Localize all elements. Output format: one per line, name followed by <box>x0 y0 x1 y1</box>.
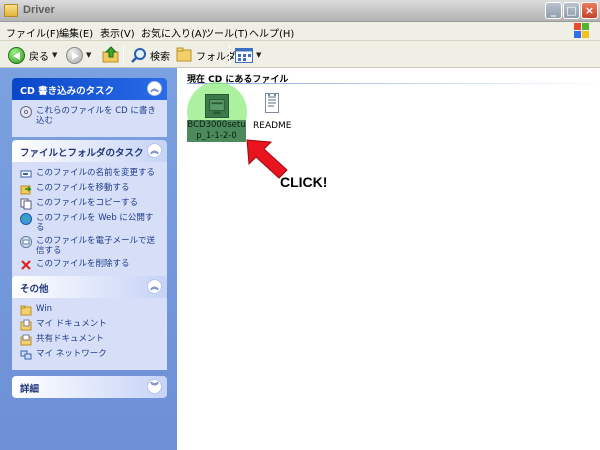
task-email[interactable]: このファイルを電子メールで送信する <box>20 236 161 256</box>
task-publish-web[interactable]: このファイルを Web に公開する <box>20 213 161 233</box>
windows-logo-icon <box>574 23 590 39</box>
task-move[interactable]: このファイルを移動する <box>20 183 161 195</box>
task-label: このファイルを Web に公開する <box>36 213 154 233</box>
search-button[interactable]: 検索 <box>130 46 170 64</box>
task-label: このファイルを電子メールで送信する <box>36 236 156 256</box>
file-tasks-header[interactable]: ファイルとフォルダのタスク ︽ <box>12 140 167 162</box>
details-header[interactable]: 詳細 ︾ <box>12 376 167 398</box>
place-my-network[interactable]: マイ ネットワーク <box>20 349 161 361</box>
section-divider <box>187 83 600 84</box>
place-label: Win <box>36 304 52 314</box>
toolbar: 戻る ▼ ▼ 検索 フォルダ ▼ <box>0 41 600 68</box>
chevron-up-icon[interactable]: ︽ <box>147 279 162 294</box>
menu-edit[interactable]: 編集(E) <box>59 25 93 40</box>
chevron-down-icon: ▼ <box>52 51 58 59</box>
back-button[interactable]: 戻る ▼ <box>8 46 57 64</box>
task-label: このファイルを削除する <box>36 259 130 269</box>
menu-tools[interactable]: ツール(T) <box>204 25 248 40</box>
maximize-button[interactable]: □ <box>563 2 580 19</box>
task-label: このファイルをコピーする <box>36 198 139 208</box>
file-tasks-panel: ファイルとフォルダのタスク ︽ このファイルの名前を変更する このファイルを移動… <box>12 140 167 280</box>
delete-icon <box>21 260 31 270</box>
forward-arrow-icon <box>66 46 83 64</box>
chevron-down-icon: ▼ <box>256 51 262 59</box>
details-title: 詳細 <box>20 384 40 395</box>
toolbar-separator <box>229 45 230 65</box>
views-icon <box>235 47 253 63</box>
chevron-up-icon[interactable]: ︽ <box>147 81 162 96</box>
my-documents-icon <box>20 319 32 331</box>
up-folder-button[interactable] <box>102 46 120 64</box>
back-arrow-icon <box>8 46 25 64</box>
views-button[interactable]: ▼ <box>235 46 261 64</box>
other-places-body: Win マイ ドキュメント 共有ドキュメント マイ ネットワーク <box>12 298 167 370</box>
place-label: マイ ドキュメント <box>36 319 107 329</box>
other-places-title: その他 <box>20 284 49 295</box>
task-pane: CD 書き込みのタスク ︽ これらのファイルを CD に書き込む ファイルとフォ… <box>0 68 177 450</box>
place-my-documents[interactable]: マイ ドキュメント <box>20 319 161 331</box>
cd-tasks-panel: CD 書き込みのタスク ︽ これらのファイルを CD に書き込む <box>12 78 167 137</box>
move-icon <box>20 185 32 195</box>
shared-documents-icon <box>20 334 32 346</box>
task-copy[interactable]: このファイルをコピーする <box>20 198 161 210</box>
rename-icon <box>20 170 32 178</box>
toolbar-separator <box>123 45 124 65</box>
window-title: Driver <box>23 4 55 16</box>
chevron-down-icon: ▼ <box>86 51 92 59</box>
folders-label: フォルダ <box>196 51 236 63</box>
close-button[interactable]: × <box>581 2 598 19</box>
task-write-to-cd[interactable]: これらのファイルを CD に書き込む <box>20 106 161 126</box>
folder-icon <box>4 4 18 17</box>
title-bar: Driver _ □ × <box>0 0 600 22</box>
menu-view[interactable]: 表示(V) <box>100 25 135 40</box>
task-label: このファイルを移動する <box>36 183 130 193</box>
place-label: 共有ドキュメント <box>36 334 105 344</box>
cd-tasks-title: CD 書き込みのタスク <box>20 86 115 97</box>
email-icon <box>20 236 32 248</box>
other-places-panel: その他 ︽ Win マイ ドキュメント 共有ドキュメント マイ ネットワーク <box>12 276 167 370</box>
web-publish-icon <box>20 213 32 225</box>
up-folder-icon <box>102 46 119 63</box>
copy-icon <box>20 198 32 210</box>
cd-write-icon <box>20 106 32 118</box>
task-delete[interactable]: このファイルを削除する <box>20 259 161 271</box>
details-panel: 詳細 ︾ <box>12 376 167 398</box>
cd-tasks-body: これらのファイルを CD に書き込む <box>12 100 167 137</box>
task-label: これらのファイルを CD に書き込む <box>36 106 156 126</box>
place-label: マイ ネットワーク <box>36 349 107 359</box>
place-win[interactable]: Win <box>20 304 161 316</box>
menu-file[interactable]: ファイル(F) <box>6 25 60 40</box>
folders-icon <box>176 47 192 62</box>
folder-icon <box>20 305 32 316</box>
chevron-up-icon[interactable]: ︽ <box>147 143 162 158</box>
folders-button[interactable]: フォルダ <box>176 46 236 64</box>
menu-help[interactable]: ヘルプ(H) <box>249 25 294 40</box>
task-rename[interactable]: このファイルの名前を変更する <box>20 168 161 180</box>
forward-button[interactable]: ▼ <box>66 46 91 64</box>
network-icon <box>20 350 32 360</box>
chevron-down-icon[interactable]: ︾ <box>147 379 162 394</box>
search-icon <box>131 47 146 63</box>
task-label: このファイルの名前を変更する <box>36 168 156 178</box>
other-places-header[interactable]: その他 ︽ <box>12 276 167 298</box>
menu-favorites[interactable]: お気に入り(A) <box>141 25 206 40</box>
click-annotation: CLICK! <box>280 174 328 190</box>
text-document-icon <box>265 93 279 113</box>
search-label: 検索 <box>150 51 170 63</box>
back-label: 戻る <box>29 51 49 63</box>
minimize-button[interactable]: _ <box>545 2 562 19</box>
file-view: 現在 CD にあるファイル BCD3000setu p_1-1-2-0 READ… <box>177 68 600 450</box>
menu-bar: ファイル(F) 編集(E) 表示(V) お気に入り(A) ツール(T) ヘルプ(… <box>0 22 600 41</box>
file-tasks-body: このファイルの名前を変更する このファイルを移動する このファイルをコピーする <box>12 162 167 280</box>
cd-tasks-header[interactable]: CD 書き込みのタスク ︽ <box>12 78 167 100</box>
setup-exe-icon <box>205 94 229 118</box>
file-tasks-title: ファイルとフォルダのタスク <box>20 148 144 159</box>
place-shared-documents[interactable]: 共有ドキュメント <box>20 334 161 346</box>
file-name-line1: BCD3000setu <box>187 120 246 130</box>
